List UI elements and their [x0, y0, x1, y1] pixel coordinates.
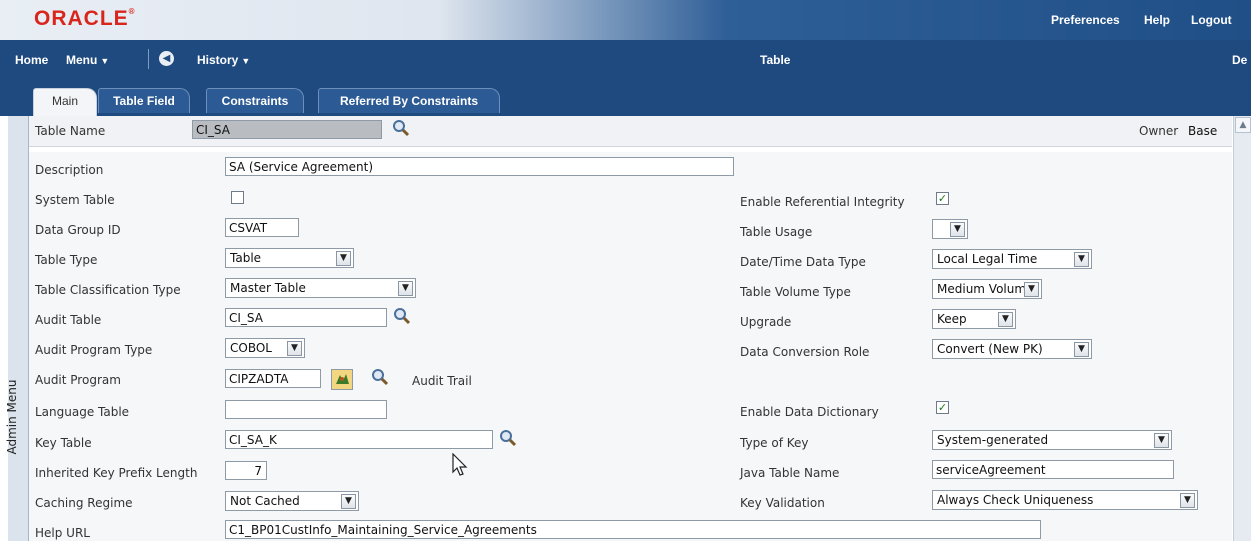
date-time-data-type-select[interactable]: Local Legal Time ▼	[932, 249, 1092, 269]
table-classification-type-select[interactable]: Master Table ▼	[225, 278, 416, 298]
type-of-key-label: Type of Key	[740, 436, 809, 450]
help-url-field[interactable]: C1_BP01CustInfo_Maintaining_Service_Agre…	[225, 520, 1041, 539]
audit-table-field[interactable]: CI_SA	[225, 308, 387, 327]
search-icon[interactable]	[392, 119, 410, 137]
audit-program-type-label: Audit Program Type	[35, 343, 153, 357]
history-button[interactable]: History ▼	[197, 53, 250, 67]
chevron-down-icon: ▼	[1180, 493, 1195, 508]
java-table-name-field[interactable]: serviceAgreement	[932, 460, 1174, 479]
tab-referred-by-constraints[interactable]: Referred By Constraints	[318, 88, 500, 113]
menu-caret-icon: ▼	[100, 56, 110, 66]
language-table-field[interactable]	[225, 400, 387, 419]
system-table-checkbox[interactable]	[231, 191, 244, 204]
audit-table-label: Audit Table	[35, 313, 102, 327]
chevron-down-icon: ▼	[950, 222, 965, 237]
search-icon[interactable]	[371, 368, 389, 386]
inherited-key-prefix-length-field[interactable]: 7	[225, 461, 267, 480]
system-table-label: System Table	[35, 193, 115, 207]
table-usage-label: Table Usage	[740, 225, 813, 239]
admin-menu-strip[interactable]	[8, 116, 29, 541]
description-label: Description	[35, 163, 104, 177]
enable-referential-integrity-checkbox[interactable]: ✓	[936, 192, 949, 205]
table-type-select[interactable]: Table ▼	[225, 248, 354, 268]
table-usage-select[interactable]: ▼	[932, 219, 968, 239]
chevron-down-icon: ▼	[341, 494, 356, 509]
table-volume-type-select[interactable]: Medium Volume ▼	[932, 279, 1042, 299]
logout-link[interactable]: Logout	[1191, 13, 1232, 27]
home-link[interactable]: Home	[15, 53, 48, 67]
key-table-label: Key Table	[35, 436, 92, 450]
history-caret-icon: ▼	[241, 56, 251, 66]
description-field[interactable]: SA (Service Agreement)	[225, 157, 734, 176]
help-link[interactable]: Help	[1144, 13, 1170, 27]
inherited-key-prefix-length-label: Inherited Key Prefix Length	[35, 466, 198, 480]
chevron-down-icon: ▼	[1024, 282, 1039, 297]
upgrade-label: Upgrade	[740, 315, 792, 329]
data-conversion-role-select[interactable]: Convert (New PK) ▼	[932, 339, 1092, 359]
chevron-down-icon: ▼	[998, 312, 1013, 327]
owner-label: Owner	[1139, 124, 1179, 138]
preferences-link[interactable]: Preferences	[1051, 13, 1120, 27]
nav-divider	[148, 49, 149, 69]
enable-data-dictionary-checkbox[interactable]: ✓	[936, 401, 949, 414]
caching-regime-select[interactable]: Not Cached ▼	[225, 491, 359, 511]
audit-program-field[interactable]: CIPZADTA	[225, 369, 321, 388]
chevron-down-icon: ▼	[1074, 342, 1089, 357]
help-url-label: Help URL	[35, 526, 90, 540]
data-conversion-role-label: Data Conversion Role	[740, 345, 870, 359]
truncated-nav-text: De	[1232, 53, 1248, 67]
key-validation-label: Key Validation	[740, 496, 825, 510]
upgrade-select[interactable]: Keep ▼	[932, 309, 1016, 329]
table-volume-type-label: Table Volume Type	[740, 285, 851, 299]
type-of-key-select[interactable]: System-generated ▼	[932, 430, 1172, 450]
chevron-down-icon: ▼	[287, 341, 302, 356]
key-validation-select[interactable]: Always Check Uniqueness ▼	[932, 490, 1198, 510]
audit-program-label: Audit Program	[35, 373, 121, 387]
table-classification-type-label: Table Classification Type	[35, 283, 181, 297]
chevron-down-icon: ▼	[1074, 252, 1089, 267]
search-icon[interactable]	[393, 307, 411, 325]
date-time-data-type-label: Date/Time Data Type	[740, 255, 866, 269]
caching-regime-label: Caching Regime	[35, 496, 133, 510]
table-name-label: Table Name	[35, 124, 106, 138]
admin-menu-label[interactable]: Admin Menu	[5, 377, 19, 457]
search-icon[interactable]	[499, 429, 517, 447]
data-group-id-label: Data Group ID	[35, 223, 121, 237]
table-type-label: Table Type	[35, 253, 98, 267]
mouse-pointer-icon	[452, 453, 468, 476]
menu-button[interactable]: Menu ▼	[66, 53, 109, 67]
oracle-logo: ORACLE®	[34, 7, 136, 30]
audit-program-type-select[interactable]: COBOL ▼	[225, 338, 305, 358]
tab-main[interactable]: Main	[33, 88, 97, 116]
owner-value: Base	[1188, 124, 1218, 138]
back-arrow-icon[interactable]: ◀	[159, 51, 174, 66]
enable-referential-integrity-label: Enable Referential Integrity	[740, 195, 905, 209]
chevron-down-icon: ▼	[1154, 433, 1169, 448]
scroll-up-icon[interactable]: ▲	[1235, 117, 1251, 133]
table-name-field[interactable]: CI_SA	[192, 120, 382, 139]
nav-bar	[0, 40, 1251, 78]
enable-data-dictionary-label: Enable Data Dictionary	[740, 405, 879, 419]
chevron-down-icon: ▼	[398, 281, 413, 296]
tab-table-field[interactable]: Table Field	[98, 88, 190, 113]
vertical-scrollbar[interactable]	[1233, 116, 1251, 541]
audit-trail-text: Audit Trail	[412, 374, 472, 388]
java-table-name-label: Java Table Name	[740, 466, 840, 480]
key-table-field[interactable]: CI_SA_K	[225, 430, 493, 449]
data-group-id-field[interactable]: CSVAT	[225, 218, 299, 237]
program-viewer-icon[interactable]	[331, 369, 353, 390]
language-table-label: Language Table	[35, 405, 130, 419]
tab-constraints[interactable]: Constraints	[206, 88, 304, 113]
page-title: Table	[760, 53, 791, 67]
chevron-down-icon: ▼	[336, 251, 351, 266]
